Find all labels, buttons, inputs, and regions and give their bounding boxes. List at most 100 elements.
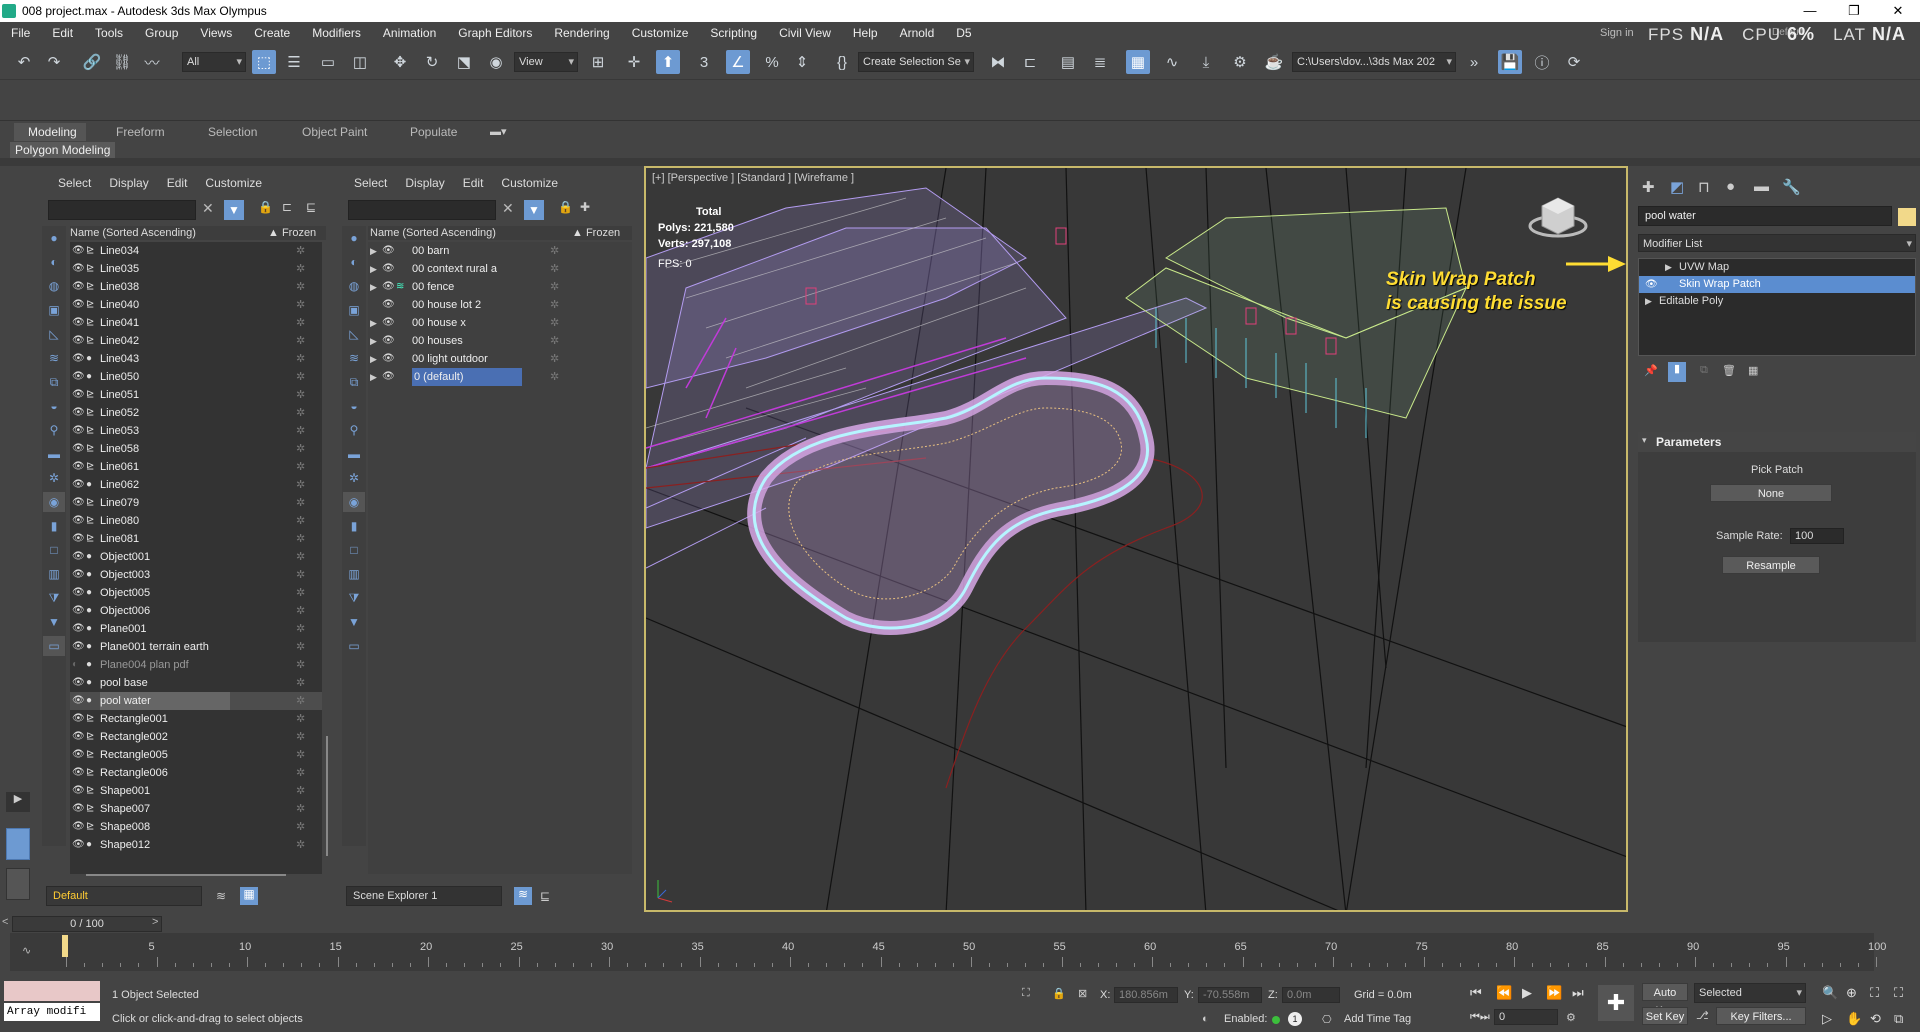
explorer2-layer-mode-icon[interactable]: ≋ <box>514 887 532 905</box>
list-item[interactable]: 👁 ● Object001 ✲ <box>70 548 322 566</box>
list-item[interactable]: 👁 ⊵ Line080 ✲ <box>70 512 322 530</box>
list-item[interactable]: 👁 ⊵ Line058 ✲ <box>70 440 322 458</box>
ex2-filter-spacewarps-icon[interactable]: ≋ <box>343 348 365 368</box>
visibility-eye-icon[interactable]: 👁 <box>72 458 85 476</box>
list-item[interactable]: 👁 ⊵ Line034 ✲ <box>70 242 322 260</box>
freeze-icon[interactable]: ✲ <box>296 278 305 296</box>
explorer1-col-frozen[interactable]: ▲ Frozen <box>268 226 316 240</box>
rollout-collapse-icon[interactable]: ▾ <box>1642 435 1647 446</box>
filter-groups-icon[interactable]: ⧉ <box>43 372 65 392</box>
explorer2-col-frozen[interactable]: ▲ Frozen <box>572 226 620 240</box>
viewcube-icon[interactable] <box>1528 197 1588 238</box>
menu-rendering[interactable]: Rendering <box>543 26 620 40</box>
viewport-layout2-icon[interactable] <box>6 868 30 900</box>
project-path-dropdown[interactable]: C:\Users\dov...\3ds Max 202 <box>1292 52 1456 72</box>
menu-modifiers[interactable]: Modifiers <box>301 26 372 40</box>
ex2-filter-bones-icon[interactable]: ⚲ <box>343 420 365 440</box>
ex2-filter-shapes-icon[interactable]: ◐ <box>343 252 365 272</box>
play-icon[interactable]: ▶ <box>1522 985 1532 1001</box>
scene-explorer-dropdown[interactable]: Scene Explorer 1 <box>346 886 502 906</box>
menu-civil-view[interactable]: Civil View <box>768 26 842 40</box>
undo-icon[interactable]: ↶ <box>12 50 36 74</box>
object-color-swatch[interactable] <box>1898 208 1916 226</box>
curve-editor-icon[interactable]: ∿ <box>1160 50 1184 74</box>
visibility-eye-icon[interactable]: 👁 <box>72 296 85 314</box>
list-item[interactable]: 👁 ⊵ Rectangle005 ✲ <box>70 746 322 764</box>
schematic-view-icon[interactable]: ⤓ <box>1194 50 1218 74</box>
selection-filter-dropdown[interactable]: All <box>182 52 246 72</box>
layer-row[interactable]: ▶ 👁 00 house x ✲ <box>368 314 632 332</box>
y-coordinate-field[interactable]: -70.558m <box>1198 987 1262 1003</box>
explorer2-menu-edit[interactable]: Edit <box>463 176 484 192</box>
explorer2-clear-search-icon[interactable]: ✕ <box>502 200 514 217</box>
freeze-icon[interactable]: ✲ <box>550 278 559 296</box>
menu-group[interactable]: Group <box>134 26 189 40</box>
filter-hidden-icon[interactable]: ◉ <box>43 492 65 512</box>
save-icon[interactable]: 💾 <box>1498 50 1522 74</box>
list-item[interactable]: 👁 ⊵ Rectangle001 ✲ <box>70 710 322 728</box>
menu-scripting[interactable]: Scripting <box>699 26 768 40</box>
layer-row[interactable]: ▶ 👁 00 light outdoor ✲ <box>368 350 632 368</box>
selection-lock-icon[interactable]: 🔒 <box>1052 987 1066 1000</box>
filter-spacewarps-icon[interactable]: ≋ <box>43 348 65 368</box>
freeze-icon[interactable]: ✲ <box>296 836 305 854</box>
goto-end-icon[interactable]: ⏭ <box>1572 985 1584 1001</box>
visibility-eye-icon[interactable]: 👁 <box>72 404 85 422</box>
next-key-icon[interactable]: ⏩ <box>1546 985 1562 1001</box>
hierarchy-icon[interactable]: ⊏ <box>282 200 292 214</box>
ribbon-toggle-icon[interactable]: ▦ <box>1126 50 1150 74</box>
menu-d5[interactable]: D5 <box>945 26 982 40</box>
filter-funnel-icon[interactable]: ⧩ <box>43 588 65 608</box>
visibility-eye-icon[interactable]: 👁 <box>72 332 85 350</box>
visibility-eye-icon[interactable]: 👁 <box>72 638 85 656</box>
list-item[interactable]: 👁 ● Line062 ✲ <box>70 476 322 494</box>
freeze-icon[interactable]: ✲ <box>296 440 305 458</box>
visibility-eye-icon[interactable]: 👁 <box>72 548 85 566</box>
fov-icon[interactable]: ▷ <box>1822 1011 1832 1027</box>
freeze-icon[interactable]: ✲ <box>296 692 305 710</box>
expand-arrow-icon[interactable]: ▶ <box>370 314 377 332</box>
explorer1-menu-customize[interactable]: Customize <box>205 176 262 192</box>
set-key-big-icon[interactable]: ✚ <box>1598 985 1634 1021</box>
explorer2-menu-customize[interactable]: Customize <box>501 176 558 192</box>
minimize-button[interactable]: — <box>1788 0 1832 22</box>
enabled-indicator[interactable] <box>1272 1016 1280 1024</box>
list-item[interactable]: 👁 ● pool base ✲ <box>70 674 322 692</box>
polygon-modeling-panel[interactable]: Polygon Modeling <box>10 142 116 158</box>
filter-none-icon[interactable]: □ <box>43 540 65 560</box>
freeze-icon[interactable]: ✲ <box>296 674 305 692</box>
visibility-eye-icon[interactable]: 👁 <box>72 746 85 764</box>
select-by-name-icon[interactable]: ☰ <box>282 50 306 74</box>
scale-icon[interactable]: ⬔ <box>452 50 476 74</box>
visibility-eye-icon[interactable]: 👁 <box>72 314 85 332</box>
freeze-icon[interactable]: ✲ <box>296 602 305 620</box>
visibility-eye-icon[interactable]: 👁 <box>72 350 85 368</box>
layer-row[interactable]: ▶ 👁 00 houses ✲ <box>368 332 632 350</box>
motion-tab-icon[interactable]: ● <box>1726 178 1735 195</box>
sample-rate-spinner[interactable]: 100 <box>1790 528 1844 544</box>
freeze-icon[interactable]: ✲ <box>296 386 305 404</box>
list-item[interactable]: 👁 ⊵ Line053 ✲ <box>70 422 322 440</box>
explorer1-menu-display[interactable]: Display <box>109 176 148 192</box>
modifier-visibility-icon[interactable]: 👁 <box>1645 276 1658 293</box>
freeze-icon[interactable]: ✲ <box>296 728 305 746</box>
visibility-eye-icon[interactable]: 👁 <box>72 818 85 836</box>
menu-customize[interactable]: Customize <box>621 26 700 40</box>
list-item[interactable]: 👁 ⊵ Line081 ✲ <box>70 530 322 548</box>
freeze-icon[interactable]: ✲ <box>550 260 559 278</box>
next-frame-arrow[interactable]: > <box>152 916 158 928</box>
object-name-input[interactable]: pool water <box>1638 206 1892 226</box>
freeze-icon[interactable]: ✲ <box>550 350 559 368</box>
freeze-icon[interactable]: ✲ <box>296 476 305 494</box>
keyboard-shortcut-override-icon[interactable]: ⬆ <box>656 50 680 74</box>
add-layer-icon[interactable]: ✚ <box>580 200 590 214</box>
menu-edit[interactable]: Edit <box>41 26 84 40</box>
sort-by-layer-icon[interactable]: ▦ <box>240 887 258 905</box>
sign-in-link[interactable]: Sign in <box>1600 27 1634 39</box>
visibility-eye-icon[interactable]: 👁 <box>382 314 395 332</box>
close-button[interactable]: ✕ <box>1876 0 1920 22</box>
info-icon[interactable]: ⓘ <box>1530 50 1554 74</box>
visibility-eye-icon[interactable]: 👁 <box>382 368 395 386</box>
ribbon-options-icon[interactable]: ▬▾ <box>490 125 507 138</box>
isolate-icon[interactable]: ⛶ <box>1022 987 1030 1000</box>
